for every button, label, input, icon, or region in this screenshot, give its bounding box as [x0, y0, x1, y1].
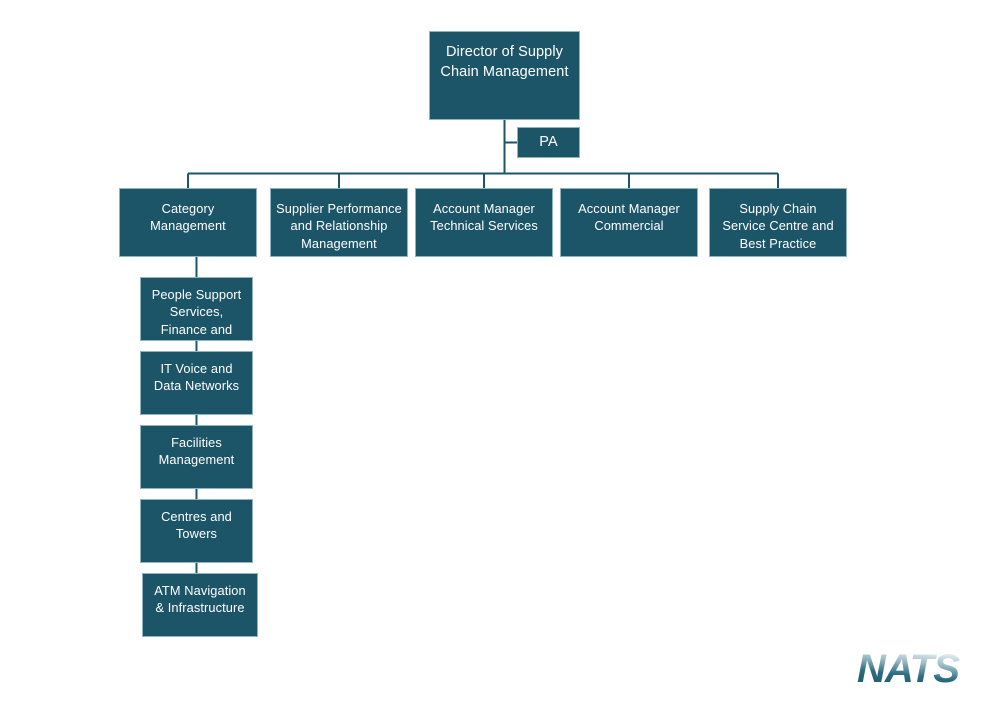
node-label: Facilities Management — [158, 435, 235, 468]
node-label: Director of Supply Chain Management — [440, 44, 569, 80]
nats-logo-text: NATS — [857, 648, 960, 691]
node-it-voice-and-data-networks[interactable]: IT Voice and Data Networks — [140, 351, 253, 415]
org-chart-canvas: Director of Supply Chain Management PA C… — [0, 0, 1000, 706]
node-supply-chain-service-centre-and-best-practice[interactable]: Supply Chain Service Centre and Best Pra… — [709, 188, 847, 257]
node-supplier-performance-and-relationship-management[interactable]: Supplier Performance and Relationship Ma… — [270, 188, 408, 257]
nats-logo: NATS — [857, 648, 961, 691]
node-category-management[interactable]: Category Management — [119, 188, 257, 257]
node-director-of-supply-chain-management[interactable]: Director of Supply Chain Management — [429, 31, 580, 120]
node-label: Centres and Towers — [161, 509, 232, 542]
node-label: Supply Chain Service Centre and Best Pra… — [722, 201, 834, 251]
node-account-manager-commercial[interactable]: Account Manager Commercial — [560, 188, 698, 257]
node-label: Supplier Performance and Relationship Ma… — [276, 201, 402, 251]
node-pa[interactable]: PA — [517, 127, 580, 158]
node-account-manager-technical-services[interactable]: Account Manager Technical Services — [415, 188, 553, 257]
node-label: IT Voice and Data Networks — [153, 361, 240, 394]
node-atm-navigation-and-infrastructure[interactable]: ATM Navigation & Infrastructure — [142, 573, 258, 637]
node-centres-and-towers[interactable]: Centres and Towers — [140, 499, 253, 563]
node-label: PA — [539, 134, 558, 150]
node-label: Account Manager Commercial — [578, 201, 680, 234]
node-label: Account Manager Technical Services — [430, 201, 538, 234]
node-label: People Support Services, Finance and — [151, 287, 242, 337]
node-facilities-management[interactable]: Facilities Management — [140, 425, 253, 489]
node-label: Category Management — [150, 201, 226, 234]
node-label: ATM Navigation & Infrastructure — [154, 583, 246, 616]
node-people-support-services-finance[interactable]: People Support Services, Finance and — [140, 277, 253, 341]
